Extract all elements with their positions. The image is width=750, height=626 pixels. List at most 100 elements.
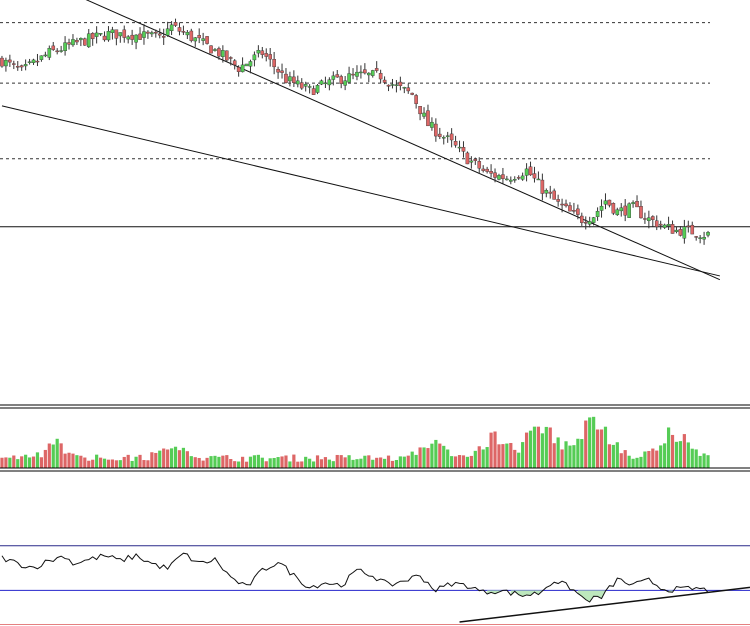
candle-body-45 <box>177 27 182 32</box>
candle-body-15 <box>59 50 63 52</box>
candle-body-23 <box>90 33 95 40</box>
candle-body-123 <box>485 168 489 172</box>
volume-bar-1 <box>4 457 8 468</box>
candle-body-83 <box>327 79 332 86</box>
candle-body-99 <box>390 84 395 86</box>
candle-body-132 <box>520 175 525 180</box>
candle-body-3 <box>12 63 16 65</box>
volume-bar-8 <box>31 456 36 468</box>
volume-bar-90 <box>355 459 359 468</box>
candle-body-52 <box>205 36 209 44</box>
volume-bar-87 <box>343 457 347 468</box>
volume-bar-179 <box>706 455 710 468</box>
candle-body-70 <box>276 69 280 73</box>
candle-body-22 <box>86 33 91 48</box>
volume-bar-63 <box>248 456 253 468</box>
volume-bar-115 <box>453 456 458 468</box>
volume-bar-122 <box>481 449 485 468</box>
candle-body-56 <box>221 50 225 57</box>
volume-bar-16 <box>63 453 67 468</box>
candle-body-143 <box>564 203 568 207</box>
candle-body-8 <box>31 59 36 63</box>
candle-body-141 <box>556 199 560 202</box>
volume-bar-35 <box>138 454 142 468</box>
volume-bar-71 <box>280 456 284 468</box>
candle-body-7 <box>27 61 32 63</box>
candle-body-18 <box>71 39 75 46</box>
candle-body-128 <box>505 178 509 181</box>
volume-bar-42 <box>166 449 170 468</box>
volume-bar-127 <box>501 444 505 468</box>
candle-body-163 <box>643 218 647 220</box>
volume-bar-46 <box>181 447 186 468</box>
volume-bar-14 <box>55 438 59 468</box>
candle-body-102 <box>402 87 407 89</box>
candle-body-144 <box>568 205 572 212</box>
candle-body-150 <box>591 217 596 223</box>
volume-bar-143 <box>564 441 568 468</box>
volume-bar-134 <box>528 430 533 468</box>
candle-body-97 <box>382 79 387 83</box>
candle-body-98 <box>386 84 391 87</box>
candle-body-105 <box>414 95 418 104</box>
volume-bar-40 <box>158 450 162 468</box>
volume-bar-23 <box>91 459 95 468</box>
candle-body-164 <box>647 217 651 221</box>
candle-body-77 <box>303 84 308 87</box>
volume-bar-86 <box>339 455 343 468</box>
volume-bar-31 <box>122 456 126 468</box>
volume-bar-45 <box>177 450 182 468</box>
candle-body-17 <box>67 42 71 45</box>
candle-body-43 <box>169 24 174 32</box>
volume-bar-149 <box>588 417 592 468</box>
candle-body-63 <box>248 61 253 67</box>
volume-bar-41 <box>162 448 166 468</box>
candle-body-12 <box>47 48 52 58</box>
candle-body-64 <box>252 54 257 61</box>
volume-bar-119 <box>469 455 473 468</box>
candle-body-121 <box>477 161 482 169</box>
volume-bar-26 <box>102 458 107 468</box>
volume-bar-25 <box>98 457 103 468</box>
candle-body-65 <box>256 49 261 54</box>
candle-body-47 <box>185 32 190 36</box>
candle-body-11 <box>43 54 48 57</box>
chart-canvas <box>0 0 750 625</box>
volume-bar-39 <box>154 452 158 468</box>
candle-body-75 <box>296 80 300 85</box>
volume-bar-9 <box>35 452 40 468</box>
candle-body-122 <box>481 168 485 171</box>
volume-bar-59 <box>233 461 237 468</box>
candle-body-6 <box>23 64 28 67</box>
volume-bar-12 <box>47 443 51 468</box>
volume-bar-96 <box>379 457 383 468</box>
volume-bar-161 <box>635 457 639 468</box>
candle-body-146 <box>576 208 580 215</box>
volume-bar-136 <box>536 426 541 468</box>
volume-bar-106 <box>418 447 422 468</box>
candle-body-168 <box>662 224 667 228</box>
oscillator-panel <box>0 545 750 625</box>
volume-bar-7 <box>27 457 32 468</box>
volume-bar-33 <box>130 460 134 468</box>
volume-bar-174 <box>686 442 690 468</box>
volume-bar-102 <box>402 456 406 468</box>
volume-bar-100 <box>394 459 399 468</box>
candle-body-134 <box>528 166 533 176</box>
trendline-1 <box>1 105 720 277</box>
volume-bar-17 <box>67 452 71 468</box>
volume-bar-30 <box>118 460 122 468</box>
candle-body-69 <box>272 59 276 68</box>
candle-body-28 <box>110 29 115 33</box>
price-panel <box>0 0 750 409</box>
volume-bar-154 <box>607 444 612 468</box>
candle-body-9 <box>35 60 40 63</box>
volume-bar-76 <box>300 461 304 468</box>
volume-bar-18 <box>71 453 75 468</box>
volume-bar-103 <box>406 455 410 468</box>
volume-bar-159 <box>627 455 631 468</box>
candle-body-139 <box>548 191 553 194</box>
candle-body-78 <box>307 86 312 88</box>
candle-body-38 <box>150 32 154 35</box>
trendline-0 <box>85 0 721 281</box>
